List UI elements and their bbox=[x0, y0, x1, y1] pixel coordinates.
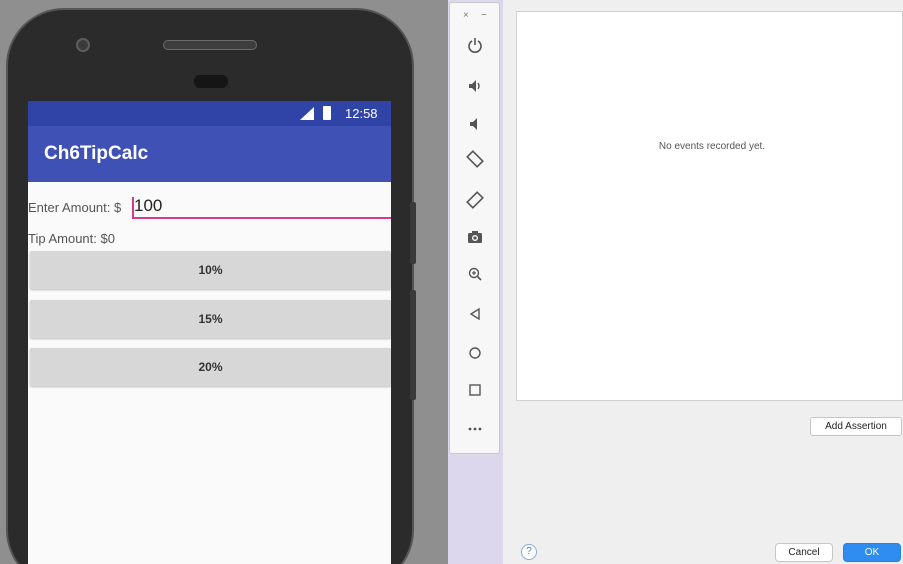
phone-volume-key[interactable] bbox=[410, 290, 416, 400]
status-time: 12:58 bbox=[345, 106, 378, 121]
tip-15-button[interactable]: 15% bbox=[30, 300, 391, 338]
help-icon[interactable]: ? bbox=[521, 544, 537, 560]
signal-icon bbox=[300, 107, 314, 120]
events-list[interactable]: No events recorded yet. bbox=[516, 11, 903, 401]
close-icon[interactable]: × bbox=[463, 10, 469, 21]
ok-button[interactable]: OK bbox=[843, 543, 901, 562]
minimize-icon[interactable]: − bbox=[481, 10, 487, 21]
home-icon[interactable] bbox=[462, 341, 488, 365]
status-bar: 12:58 bbox=[28, 101, 391, 126]
amount-row: Enter Amount: $ bbox=[28, 195, 391, 221]
tip-10-button[interactable]: 10% bbox=[30, 251, 391, 289]
volume-down-icon[interactable] bbox=[462, 112, 488, 136]
empty-events-message: No events recorded yet. bbox=[658, 141, 766, 152]
text-cursor bbox=[132, 197, 134, 217]
app-bar: Ch6TipCalc bbox=[28, 126, 391, 182]
zoom-icon[interactable] bbox=[462, 262, 488, 286]
power-icon[interactable] bbox=[462, 33, 488, 57]
more-icon[interactable] bbox=[462, 417, 488, 441]
back-icon[interactable] bbox=[462, 302, 488, 326]
volume-up-icon[interactable] bbox=[462, 74, 488, 98]
add-assertion-button[interactable]: Add Assertion bbox=[810, 417, 902, 436]
camera-icon[interactable] bbox=[462, 225, 488, 249]
amount-label: Enter Amount: $ bbox=[28, 200, 122, 215]
tip-20-button[interactable]: 20% bbox=[30, 348, 391, 386]
overview-icon[interactable] bbox=[462, 378, 488, 402]
tip-amount-label: Tip Amount: $0 bbox=[28, 231, 115, 246]
proximity-sensor bbox=[194, 75, 228, 88]
cancel-button[interactable]: Cancel bbox=[775, 543, 833, 562]
rotate-left-icon[interactable] bbox=[462, 147, 488, 171]
speaker-grille bbox=[163, 40, 257, 50]
phone-power-key[interactable] bbox=[410, 202, 416, 264]
amount-input[interactable] bbox=[132, 195, 391, 219]
rotate-right-icon[interactable] bbox=[462, 188, 488, 212]
app-title: Ch6TipCalc bbox=[44, 143, 149, 164]
battery-icon bbox=[323, 106, 331, 120]
front-camera bbox=[76, 38, 90, 52]
phone-screen: 12:58 Ch6TipCalc Enter Amount: $ Tip Amo… bbox=[28, 101, 391, 564]
